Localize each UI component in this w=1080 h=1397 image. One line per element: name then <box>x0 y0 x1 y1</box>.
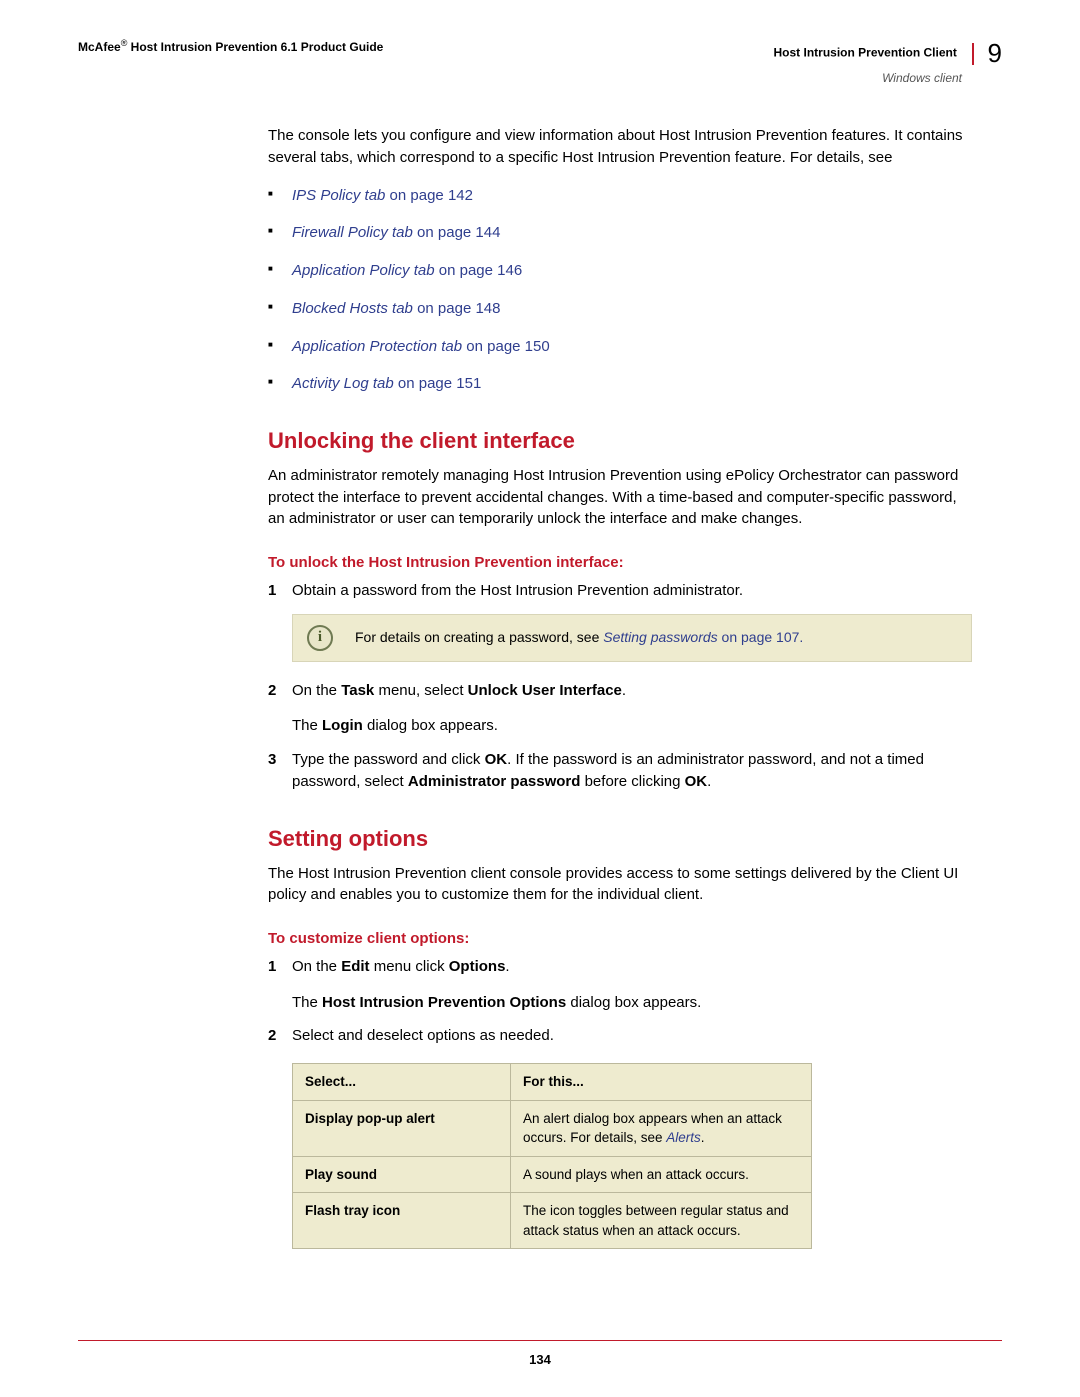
reference-link[interactable]: IPS Policy tab <box>292 187 385 204</box>
step-3: 3 Type the password and click OK. If the… <box>268 749 972 793</box>
reference-item: Application Protection tab on page 150 <box>292 336 972 358</box>
step-text: Select and deselect options as needed. <box>292 1025 972 1047</box>
note-link[interactable]: Setting passwords <box>603 629 717 645</box>
chapter-number: 9 <box>988 38 1002 68</box>
header-left: McAfee® Host Intrusion Prevention 6.1 Pr… <box>78 38 383 54</box>
table-link[interactable]: Alerts <box>666 1130 701 1145</box>
options-table: Select... For this... Display pop-up ale… <box>292 1063 812 1249</box>
table-header: For this... <box>510 1064 811 1101</box>
step-number: 3 <box>268 749 292 793</box>
page: McAfee® Host Intrusion Prevention 6.1 Pr… <box>0 0 1080 1397</box>
reference-list: IPS Policy tab on page 142 Firewall Poli… <box>268 185 972 396</box>
info-note: i For details on creating a password, se… <box>292 614 972 662</box>
option-name: Play sound <box>293 1156 511 1193</box>
guide-title: Host Intrusion Prevention 6.1 Product Gu… <box>127 40 383 54</box>
step-2: 2 On the Task menu, select Unlock User I… <box>268 680 972 738</box>
table-header: Select... <box>293 1064 511 1101</box>
note-text: For details on creating a password, see … <box>355 627 803 647</box>
page-header: McAfee® Host Intrusion Prevention 6.1 Pr… <box>78 38 1002 85</box>
option-name: Flash tray icon <box>293 1193 511 1249</box>
reference-item: Activity Log tab on page 151 <box>292 373 972 395</box>
unlock-paragraph: An administrator remotely managing Host … <box>268 465 972 530</box>
header-right: Host Intrusion Prevention Client 9 Windo… <box>773 38 1002 85</box>
reference-page: on page 144 <box>413 224 501 241</box>
reference-link[interactable]: Blocked Hosts tab <box>292 300 413 317</box>
procedure-title-unlock: To unlock the Host Intrusion Prevention … <box>268 552 972 574</box>
option-desc: The icon toggles between regular status … <box>510 1193 811 1249</box>
reference-page: on page 146 <box>435 262 523 279</box>
reference-item: Firewall Policy tab on page 144 <box>292 222 972 244</box>
reference-item: IPS Policy tab on page 142 <box>292 185 972 207</box>
step-number: 2 <box>268 1025 292 1047</box>
footer-rule <box>78 1340 1002 1341</box>
table-header-row: Select... For this... <box>293 1064 812 1101</box>
option-desc: A sound plays when an attack occurs. <box>510 1156 811 1193</box>
option-desc: An alert dialog box appears when an atta… <box>510 1100 811 1156</box>
step-number: 1 <box>268 580 292 602</box>
reference-link[interactable]: Activity Log tab <box>292 375 394 392</box>
step-text: Type the password and click OK. If the p… <box>292 749 972 793</box>
step-text: The Login dialog box appears. <box>292 715 972 737</box>
step-text: On the Edit menu click Options. <box>292 956 972 978</box>
step-text: Obtain a password from the Host Intrusio… <box>292 580 972 602</box>
option-name: Display pop-up alert <box>293 1100 511 1156</box>
step-1: 1 Obtain a password from the Host Intrus… <box>268 580 972 602</box>
reference-link[interactable]: Application Policy tab <box>292 262 435 279</box>
subsection-title: Windows client <box>773 71 1002 85</box>
step-text: The Host Intrusion Prevention Options di… <box>292 992 972 1014</box>
heading-unlocking: Unlocking the client interface <box>268 425 972 457</box>
table-row: Display pop-up alert An alert dialog box… <box>293 1100 812 1156</box>
step-2: 2 Select and deselect options as needed. <box>268 1025 972 1047</box>
reference-link[interactable]: Application Protection tab <box>292 338 462 355</box>
reference-link[interactable]: Firewall Policy tab <box>292 224 413 241</box>
setopt-paragraph: The Host Intrusion Prevention client con… <box>268 863 972 907</box>
reference-page: on page 142 <box>385 187 473 204</box>
brand-name: McAfee <box>78 40 121 54</box>
header-separator <box>972 43 974 65</box>
step-text: On the Task menu, select Unlock User Int… <box>292 680 972 702</box>
heading-setting-options: Setting options <box>268 823 972 855</box>
procedure-title-customize: To customize client options: <box>268 928 972 950</box>
section-title: Host Intrusion Prevention Client <box>773 46 956 60</box>
reference-page: on page 148 <box>413 300 501 317</box>
reference-page: on page 151 <box>394 375 482 392</box>
reference-item: Application Policy tab on page 146 <box>292 260 972 282</box>
step-1: 1 On the Edit menu click Options. The Ho… <box>268 956 972 1014</box>
step-number: 1 <box>268 956 292 1014</box>
reference-page: on page 150 <box>462 338 550 355</box>
table-row: Flash tray icon The icon toggles between… <box>293 1193 812 1249</box>
table-row: Play sound A sound plays when an attack … <box>293 1156 812 1193</box>
step-number: 2 <box>268 680 292 738</box>
intro-paragraph: The console lets you configure and view … <box>268 125 972 169</box>
page-number: 134 <box>0 1352 1080 1367</box>
content-body: The console lets you configure and view … <box>268 125 972 1249</box>
info-icon: i <box>307 625 333 651</box>
reference-item: Blocked Hosts tab on page 148 <box>292 298 972 320</box>
